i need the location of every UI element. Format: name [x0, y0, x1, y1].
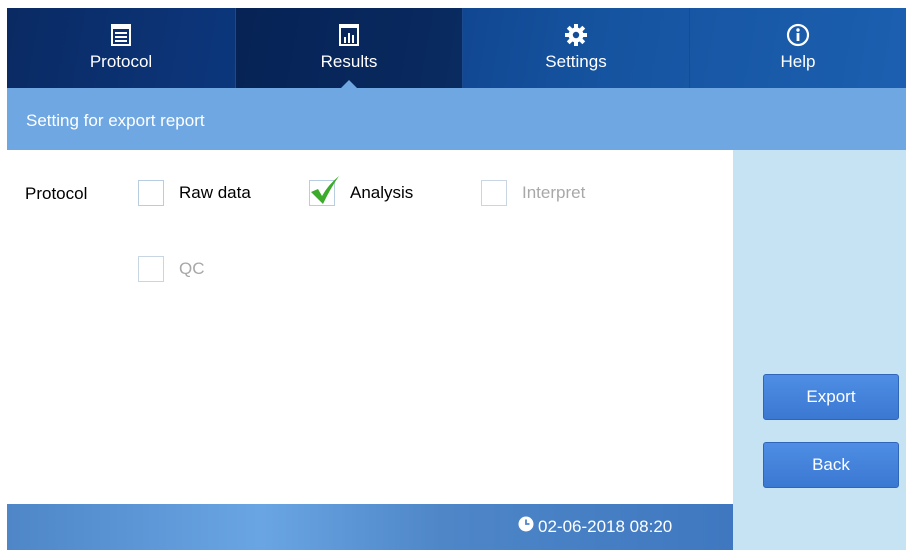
tab-help[interactable]: Help: [689, 8, 906, 88]
gear-icon: [563, 22, 589, 48]
analysis-label: Analysis: [350, 183, 414, 202]
raw-data-label: Raw data: [179, 183, 251, 202]
app-window: Protocol Results Settings Help Setting f…: [7, 8, 906, 550]
tab-protocol-label: Protocol: [89, 52, 153, 71]
datetime-text: 02-06-2018 08:20: [538, 516, 673, 536]
raw-data-option[interactable]: Raw data: [138, 180, 251, 206]
qc-option[interactable]: QC: [138, 256, 205, 282]
analysis-checkbox[interactable]: [309, 176, 339, 206]
tab-help-label: Help: [780, 52, 816, 71]
tab-settings[interactable]: Settings: [462, 8, 689, 88]
back-button[interactable]: Back: [763, 442, 899, 488]
tab-results-label: Results: [320, 52, 378, 71]
bar-chart-icon: [336, 22, 362, 48]
document-icon: [108, 22, 134, 48]
clock-icon: [518, 516, 534, 537]
export-button[interactable]: Export: [763, 374, 899, 420]
interpret-option[interactable]: Interpret: [481, 180, 585, 206]
datetime-display: 02-06-2018 08:20: [518, 516, 672, 537]
qc-checkbox[interactable]: [138, 256, 164, 282]
interpret-label: Interpret: [522, 183, 586, 202]
export-settings-panel: Protocol Raw data Analysis Interpret QC: [7, 150, 733, 504]
active-tab-indicator: [341, 80, 357, 88]
qc-label: QC: [179, 259, 205, 278]
analysis-option[interactable]: Analysis: [309, 176, 414, 206]
section-title: Setting for export report: [7, 88, 906, 150]
interpret-checkbox[interactable]: [481, 180, 507, 206]
info-icon: [785, 22, 811, 48]
protocol-row-label: Protocol: [25, 184, 88, 203]
tab-results[interactable]: Results: [235, 8, 462, 88]
tab-protocol[interactable]: Protocol: [7, 8, 235, 88]
top-navigation: Protocol Results Settings Help: [7, 8, 906, 88]
tab-settings-label: Settings: [545, 52, 607, 71]
raw-data-checkbox[interactable]: [138, 180, 164, 206]
checkmark-icon: [311, 176, 339, 204]
action-sidebar: [733, 150, 906, 550]
status-bar: 02-06-2018 08:20: [7, 504, 733, 550]
